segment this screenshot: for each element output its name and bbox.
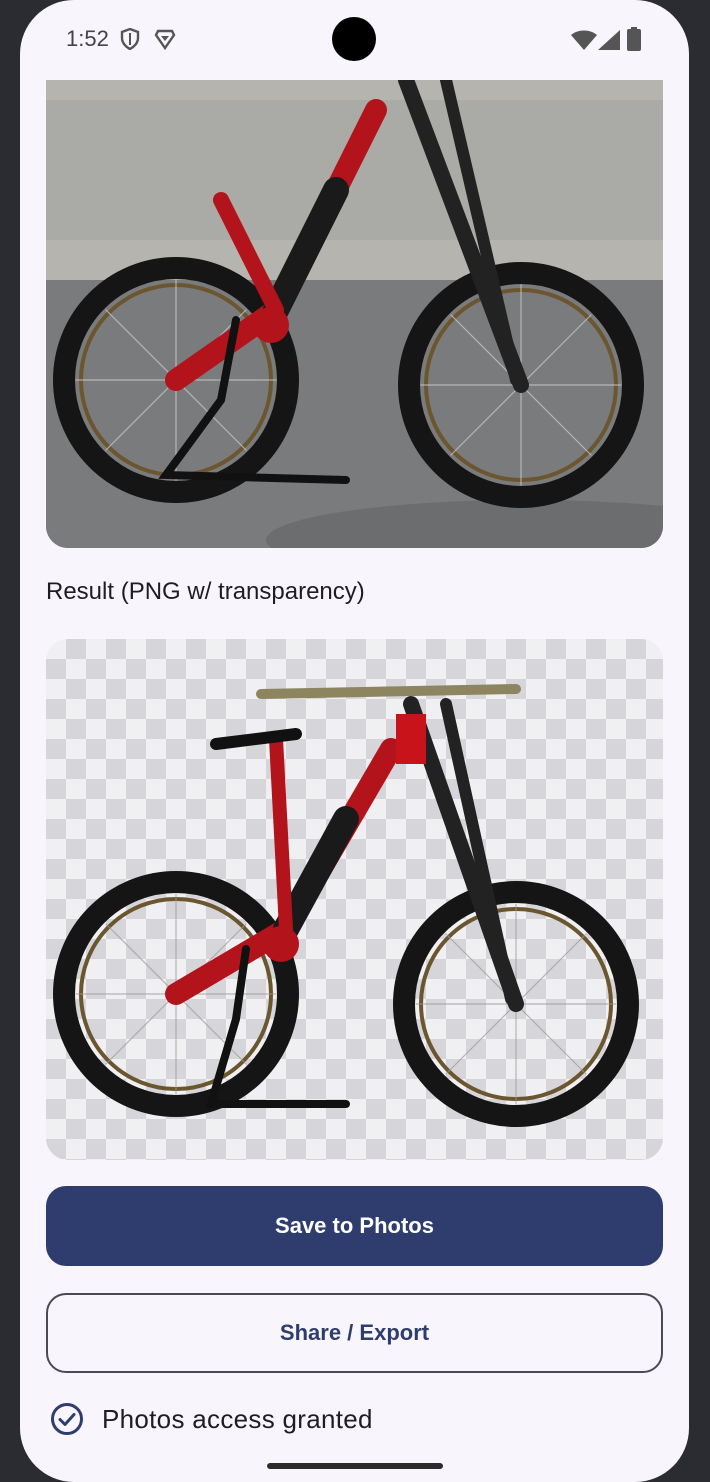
permission-label: Photos access granted [102, 1403, 373, 1434]
cellular-signal-icon [598, 30, 620, 50]
check-circle-icon [50, 1402, 84, 1436]
home-indicator[interactable] [267, 1463, 443, 1469]
status-bar: 1:52 [20, 0, 689, 80]
result-image [46, 639, 663, 1160]
battery-icon [627, 27, 641, 51]
photos-permission-status: Photos access granted [50, 1402, 373, 1436]
result-caption: Result (PNG w/ transparency) [46, 578, 365, 605]
front-camera [332, 17, 376, 61]
save-to-photos-button[interactable]: Save to Photos [46, 1186, 663, 1266]
brave-icon [154, 28, 176, 50]
share-export-button[interactable]: Share / Export [46, 1293, 663, 1373]
shield-icon [120, 28, 140, 50]
wifi-icon [571, 30, 597, 50]
original-photo [46, 80, 663, 548]
status-time: 1:52 [66, 26, 109, 51]
bike-cutout [53, 684, 639, 1127]
app-screen: 1:52 Result (PNG w/ transparency) Save t… [20, 0, 689, 1482]
